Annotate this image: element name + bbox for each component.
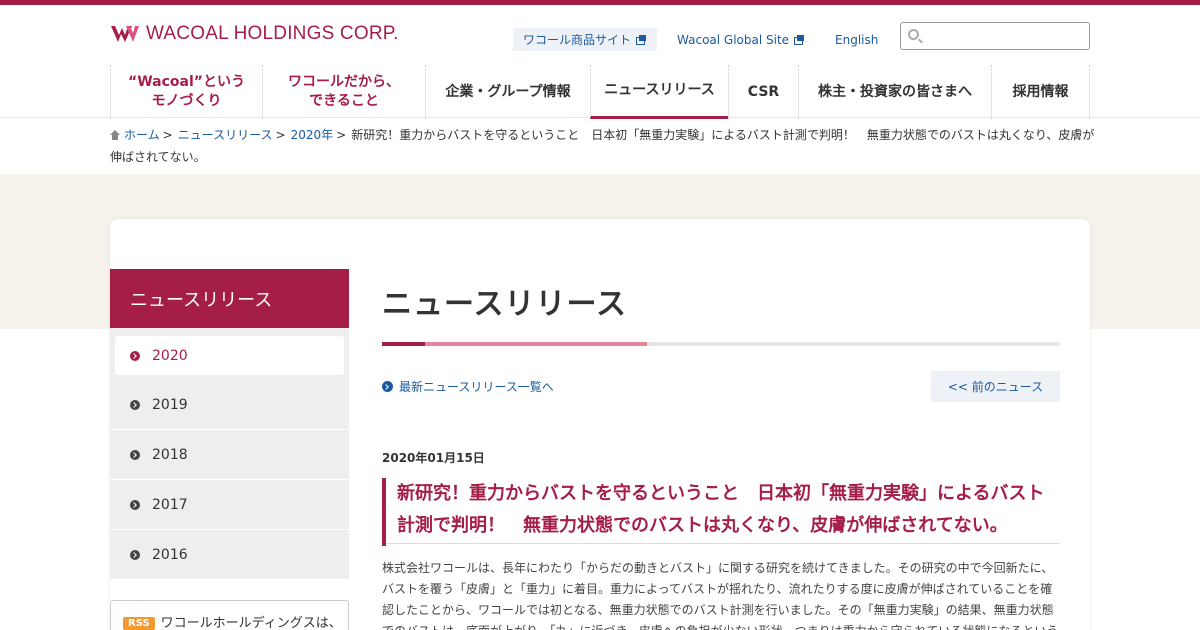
sidebar-title: ニュースリリース <box>110 269 349 328</box>
sidebar-item-label: 2020 <box>152 347 188 364</box>
breadcrumb-separator: > <box>162 128 173 142</box>
external-link-icon <box>794 35 805 45</box>
rss-text: ワコールホールディングスは、 <box>160 616 342 630</box>
utility-links: ワコール商品サイト Wacoal Global Site English <box>513 28 878 51</box>
english-link[interactable]: English <box>835 33 878 47</box>
prev-news-button[interactable]: << 前のニュース <box>931 371 1060 402</box>
breadcrumb-year[interactable]: 2020年 <box>291 128 334 142</box>
search-box <box>900 22 1090 50</box>
latest-news-label: 最新ニュースリリース一覧へ <box>399 380 554 394</box>
wacoal-logo-icon <box>111 26 139 42</box>
sidebar-year-list: 2020 2019 2018 2017 2016 <box>110 328 349 580</box>
sidebar-item-label: 2016 <box>152 546 188 563</box>
title-underline-accent-light <box>425 342 647 346</box>
sidebar-item-2017[interactable]: 2017 <box>110 480 349 530</box>
sidebar-item-label: 2019 <box>152 396 188 413</box>
breadcrumb-separator: > <box>336 128 347 142</box>
article-date: 2020年01月15日 <box>382 451 485 465</box>
site-header: WACOAL HOLDINGS CORP. ワコール商品サイト Wacoal G… <box>0 5 1200 119</box>
rss-badge: RSS <box>123 617 155 630</box>
headline-divider <box>386 543 1060 544</box>
breadcrumb-separator: > <box>275 128 286 142</box>
latest-news-link[interactable]: 最新ニュースリリース一覧へ <box>382 378 554 395</box>
logo-text: WACOAL HOLDINGS CORP. <box>146 23 399 44</box>
global-site-label: Wacoal Global Site <box>677 32 790 47</box>
arrow-circle-icon <box>382 381 393 392</box>
breadcrumb-home[interactable]: ホーム <box>124 128 160 142</box>
sidebar-item-2020[interactable]: 2020 <box>115 336 344 375</box>
shop-site-link[interactable]: ワコール商品サイト <box>513 28 658 51</box>
arrow-circle-icon <box>130 449 140 460</box>
page-title: ニュースリリース <box>382 287 627 322</box>
shop-site-label: ワコール商品サイト <box>523 33 632 47</box>
search-input[interactable] <box>925 25 1085 47</box>
arrow-circle-icon <box>130 399 140 410</box>
arrow-circle-icon <box>130 499 140 510</box>
site-logo[interactable]: WACOAL HOLDINGS CORP. <box>110 23 399 45</box>
arrow-circle-icon <box>130 549 140 560</box>
sidebar-item-2018[interactable]: 2018 <box>110 430 349 480</box>
rss-box[interactable]: RSS ワコールホールディングスは、 <box>110 600 349 630</box>
sidebar-item-2016[interactable]: 2016 <box>110 530 349 580</box>
nav-recruit[interactable]: 採用情報 <box>991 65 1090 119</box>
breadcrumb: ホーム > ニュースリリース >2020年 > 新研究！重力からバストを守るということ 日… <box>110 124 1095 168</box>
nav-investors[interactable]: 株主・投資家の皆さまへ <box>798 65 991 119</box>
title-underline <box>382 342 1060 346</box>
global-nav: “Wacoal”という モノづくり ワコールだから、 できること 企業・グループ… <box>110 65 1090 119</box>
home-icon <box>110 130 120 140</box>
search-icon[interactable] <box>908 29 919 40</box>
article-headline: 新研究！重力からバストを守るということ 日本初「無重力実験」によるバスト計測で判… <box>382 478 1060 546</box>
sidebar-item-label: 2018 <box>152 446 188 463</box>
global-site-link[interactable]: Wacoal Global Site <box>677 33 805 47</box>
external-link-icon <box>636 35 647 45</box>
breadcrumb-news[interactable]: ニュースリリース <box>178 128 273 142</box>
nav-monozukuri[interactable]: “Wacoal”という モノづくり <box>110 65 262 119</box>
nav-company-info[interactable]: 企業・グループ情報 <box>425 65 590 119</box>
sidebar-item-2019[interactable]: 2019 <box>110 380 349 430</box>
nav-news-release[interactable]: ニュースリリース <box>590 65 728 119</box>
arrow-circle-icon <box>130 350 140 361</box>
sidebar-item-label: 2017 <box>152 496 188 513</box>
nav-dekirukoto[interactable]: ワコールだから、 できること <box>262 65 425 119</box>
article-body: 株式会社ワコールは、長年にわたり「からだの動きとバスト」に関する研究を続けてきま… <box>382 561 1058 630</box>
title-underline-accent <box>382 342 425 346</box>
nav-csr[interactable]: CSR <box>728 65 798 119</box>
